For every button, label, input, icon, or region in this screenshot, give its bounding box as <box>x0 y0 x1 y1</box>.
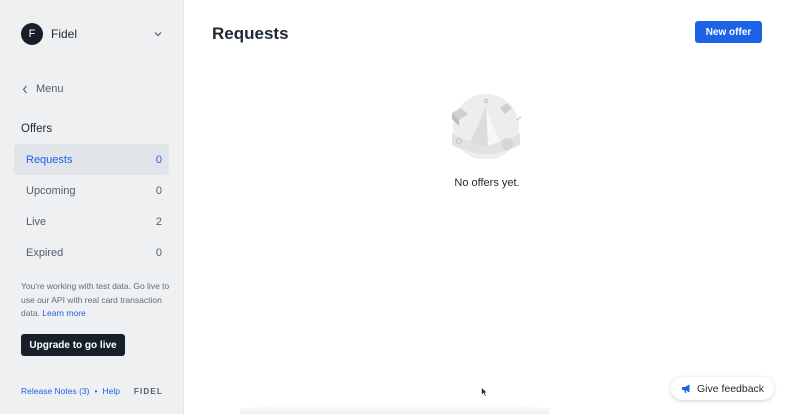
sidebar: F Fidel Menu Offers Requests 0 Upcoming … <box>0 0 184 414</box>
menu-label: Menu <box>36 83 64 95</box>
fidel-logo: FIDEL <box>133 386 163 396</box>
empty-state-illustration <box>452 94 522 159</box>
footer-separator: • <box>94 386 98 396</box>
sidebar-item-label: Live <box>26 215 47 228</box>
mouse-pointer-icon <box>481 387 488 397</box>
sidebar-item-requests[interactable]: Requests 0 <box>14 144 169 175</box>
sidebar-item-count: 0 <box>155 246 162 259</box>
menu-back-link[interactable]: Menu <box>22 83 64 95</box>
sidebar-footer: Release Notes (3) • Help FIDEL <box>21 386 163 396</box>
bottom-edge-shadow <box>240 404 550 414</box>
chevron-down-icon <box>154 32 162 37</box>
test-data-note: You're working with test data. Go live t… <box>21 280 177 321</box>
sidebar-item-label: Requests <box>26 153 73 166</box>
chevron-left-icon <box>22 85 27 93</box>
account-switcher[interactable]: F Fidel <box>21 22 163 46</box>
release-notes-link[interactable]: Release Notes (3) <box>21 386 90 396</box>
sidebar-item-count: 0 <box>155 153 162 166</box>
megaphone-icon <box>681 384 690 393</box>
page-title: Requests <box>212 24 289 43</box>
account-name: Fidel <box>51 27 78 41</box>
upgrade-button[interactable]: Upgrade to go live <box>21 334 125 356</box>
empty-state-text: No offers yet. <box>454 177 520 189</box>
learn-more-link[interactable]: Learn more <box>42 308 85 318</box>
section-title-offers: Offers <box>21 123 53 135</box>
sidebar-item-expired[interactable]: Expired 0 <box>14 237 169 268</box>
give-feedback-button[interactable]: Give feedback <box>671 377 774 400</box>
avatar: F <box>21 23 43 45</box>
sidebar-item-live[interactable]: Live 2 <box>14 206 169 237</box>
sidebar-item-label: Upcoming <box>26 184 76 197</box>
offers-nav: Requests 0 Upcoming 0 Live 2 Expired 0 <box>14 144 169 268</box>
sidebar-item-label: Expired <box>26 246 64 259</box>
sidebar-item-count: 0 <box>155 184 162 197</box>
new-offer-button[interactable]: New offer <box>695 21 762 43</box>
sidebar-item-upcoming[interactable]: Upcoming 0 <box>14 175 169 206</box>
give-feedback-label: Give feedback <box>696 382 765 395</box>
help-link[interactable]: Help <box>103 386 120 396</box>
sidebar-item-count: 2 <box>155 215 162 228</box>
